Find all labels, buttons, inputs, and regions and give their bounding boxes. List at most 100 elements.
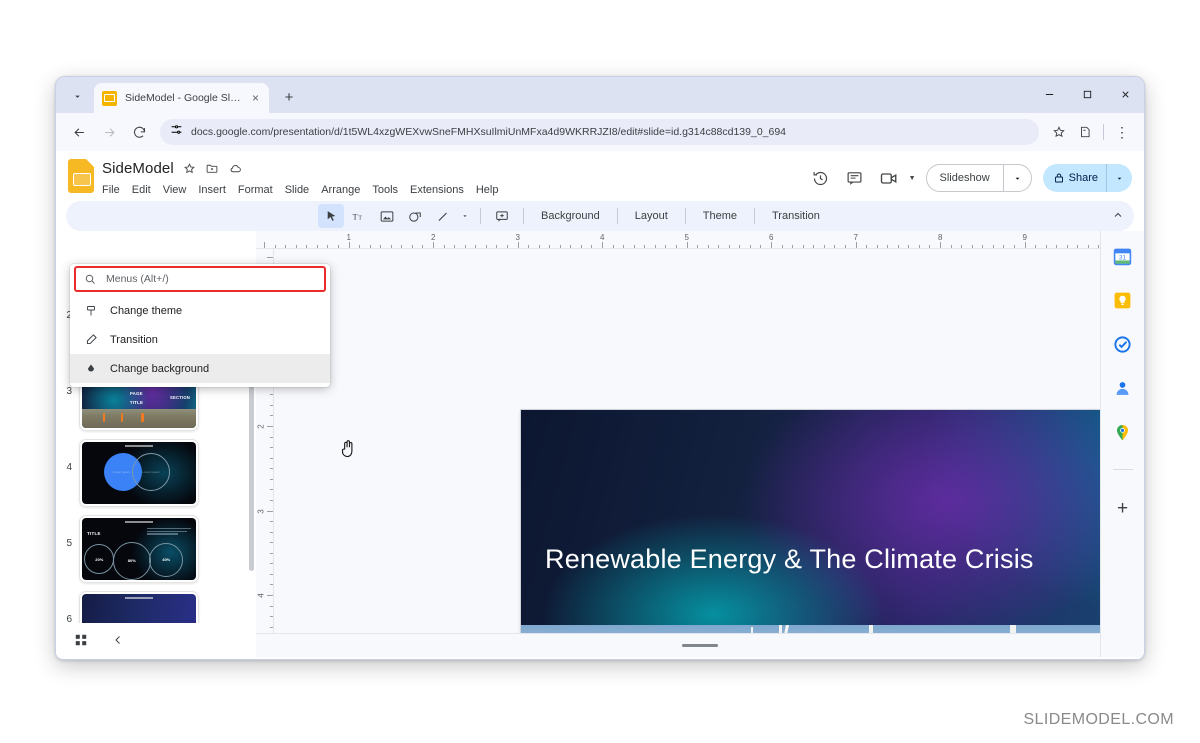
insert-image-icon[interactable] bbox=[374, 204, 400, 228]
text-box-icon[interactable]: TT bbox=[346, 204, 372, 228]
menu-help[interactable]: Help bbox=[476, 184, 499, 196]
menu-file[interactable]: File bbox=[102, 184, 120, 196]
share-dropdown-icon[interactable] bbox=[1107, 174, 1132, 183]
ruler-tick bbox=[517, 242, 519, 248]
comment-box-icon[interactable] bbox=[489, 204, 515, 228]
address-bar[interactable]: docs.google.com/presentation/d/1t5WL4xzg… bbox=[160, 119, 1039, 145]
side-app-rail: 31 + bbox=[1100, 231, 1144, 657]
select-cursor-icon[interactable] bbox=[318, 204, 344, 228]
browser-menu-icon[interactable]: ⋮ bbox=[1110, 120, 1134, 144]
ruler-tick bbox=[285, 245, 287, 248]
menu-extensions[interactable]: Extensions bbox=[410, 184, 464, 196]
star-icon[interactable] bbox=[1047, 120, 1071, 144]
ruler-tick bbox=[950, 245, 952, 248]
slide-thumbnail[interactable]: TITLE 20% 80% 40% bbox=[80, 516, 198, 582]
background-button[interactable]: Background bbox=[532, 210, 609, 222]
ruler-tick bbox=[897, 245, 899, 248]
canvas-footer bbox=[256, 633, 1144, 657]
menu-view[interactable]: View bbox=[163, 184, 187, 196]
slide-thumbnail[interactable] bbox=[80, 592, 198, 623]
page-title[interactable]: SideModel bbox=[102, 160, 174, 177]
close-icon[interactable]: × bbox=[250, 90, 261, 106]
menu-slide[interactable]: Slide bbox=[285, 184, 309, 196]
thumbnail-art bbox=[82, 594, 196, 623]
title-and-menus: SideModel File Edit View Insert Format S… bbox=[102, 157, 806, 200]
menu-arrange[interactable]: Arrange bbox=[321, 184, 360, 196]
thumb-value: 80% bbox=[112, 541, 151, 580]
menu-insert[interactable]: Insert bbox=[198, 184, 226, 196]
add-app-button[interactable]: + bbox=[1117, 498, 1128, 520]
slide-thumbnail[interactable]: Lorem ipsum Lorem ipsum bbox=[80, 440, 198, 506]
ruler-tick bbox=[992, 245, 994, 248]
forward-icon[interactable] bbox=[96, 119, 122, 145]
ruler-tick bbox=[270, 415, 273, 417]
search-icon bbox=[84, 273, 96, 285]
google-contacts-icon[interactable] bbox=[1112, 377, 1134, 399]
google-keep-icon[interactable] bbox=[1112, 289, 1134, 311]
thumbnail-art: TITLE 20% 80% 40% bbox=[82, 518, 196, 580]
transition-button[interactable]: Transition bbox=[763, 210, 829, 222]
menu-item-change-background[interactable]: Change background bbox=[70, 354, 330, 383]
layout-button[interactable]: Layout bbox=[626, 210, 677, 222]
extensions-icon[interactable] bbox=[1073, 120, 1097, 144]
list-item[interactable]: 4 Lorem ipsum Lorem ipsum bbox=[56, 435, 256, 511]
google-calendar-icon[interactable]: 31 bbox=[1112, 245, 1134, 267]
reload-icon[interactable] bbox=[126, 119, 152, 145]
search-input[interactable]: Menus (Alt+/) bbox=[106, 273, 169, 285]
share-button[interactable]: Share bbox=[1042, 164, 1132, 192]
google-maps-icon[interactable] bbox=[1112, 421, 1134, 443]
google-tasks-icon[interactable] bbox=[1112, 333, 1134, 355]
back-icon[interactable] bbox=[66, 119, 92, 145]
ruler-tick bbox=[475, 245, 477, 248]
minimize-button[interactable] bbox=[1030, 77, 1068, 111]
google-slides-logo-icon bbox=[68, 159, 94, 193]
drag-handle[interactable] bbox=[682, 644, 718, 647]
chevron-left-icon[interactable] bbox=[112, 634, 124, 646]
list-item[interactable]: 6 bbox=[56, 587, 256, 623]
menu-item-change-theme[interactable]: Change theme bbox=[70, 296, 330, 325]
line-dropdown-icon[interactable] bbox=[458, 204, 472, 228]
ruler-label: 2 bbox=[431, 233, 436, 242]
google-meet-icon[interactable] bbox=[874, 163, 904, 193]
grid-view-icon[interactable] bbox=[74, 633, 88, 647]
close-window-button[interactable] bbox=[1106, 77, 1144, 111]
ruler-tick bbox=[270, 552, 273, 554]
comment-icon[interactable] bbox=[840, 163, 870, 193]
cloud-saved-icon[interactable] bbox=[228, 162, 243, 175]
new-tab-button[interactable]: + bbox=[276, 84, 302, 110]
slideshow-button[interactable]: Slideshow bbox=[925, 164, 1032, 192]
ruler-tick bbox=[270, 626, 273, 628]
line-icon[interactable] bbox=[430, 204, 456, 228]
slide-title-text[interactable]: Renewable Energy & The Climate Crisis bbox=[545, 544, 1034, 575]
shape-icon[interactable] bbox=[402, 204, 428, 228]
menu-tools[interactable]: Tools bbox=[372, 184, 398, 196]
chevron-up-icon[interactable] bbox=[1112, 209, 1124, 224]
chevron-down-icon[interactable]: ▼ bbox=[909, 175, 916, 182]
ruler-tick bbox=[270, 489, 273, 491]
ruler-tick bbox=[792, 245, 794, 248]
mouse-cursor-pointer bbox=[339, 439, 356, 464]
version-history-icon[interactable] bbox=[806, 163, 836, 193]
menu-format[interactable]: Format bbox=[238, 184, 273, 196]
ruler-tick bbox=[802, 245, 804, 248]
theme-button[interactable]: Theme bbox=[694, 210, 746, 222]
tune-icon[interactable] bbox=[170, 123, 183, 141]
menu-item-transition[interactable]: Transition bbox=[70, 325, 330, 354]
maximize-button[interactable] bbox=[1068, 77, 1106, 111]
browser-tab[interactable]: SideModel - Google Slides × bbox=[94, 83, 269, 113]
ruler-tick bbox=[1003, 245, 1005, 248]
slide-canvas-area: 1 2 3 4 5 6 7 8 9 1 2 3 4 5 1 Renewable Energy & The… bbox=[256, 231, 1144, 657]
move-to-folder-icon[interactable] bbox=[205, 162, 219, 175]
ruler-label: 4 bbox=[256, 593, 266, 598]
menu-search-field[interactable]: Menus (Alt+/) bbox=[74, 266, 326, 292]
active-slide[interactable]: 1 Renewable Energy & The Climate Crisis bbox=[521, 410, 1144, 657]
slidemodel-watermark: SLIDEMODEL.COM bbox=[1023, 711, 1174, 728]
menu-edit[interactable]: Edit bbox=[132, 184, 151, 196]
ruler-tick bbox=[707, 245, 709, 248]
list-item[interactable]: 5 TITLE 20% 80% 40% bbox=[56, 511, 256, 587]
tab-search-icon[interactable] bbox=[64, 83, 90, 109]
ruler-label: 3 bbox=[256, 508, 266, 514]
ruler-tick bbox=[855, 242, 857, 248]
star-icon[interactable] bbox=[183, 162, 196, 175]
slideshow-dropdown-icon[interactable] bbox=[1004, 174, 1031, 183]
